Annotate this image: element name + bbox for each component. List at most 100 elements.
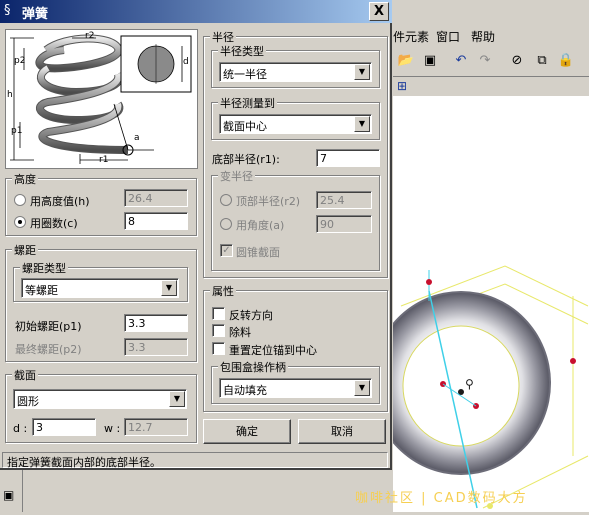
preview-label-h: h [7, 90, 13, 100]
section-shape-value: 圆形 [17, 395, 39, 408]
round-section-label: 圆锥截面 [236, 246, 280, 259]
close-button[interactable]: X [369, 2, 389, 21]
tree-icon[interactable]: ⊞ [397, 79, 407, 93]
radius-measure-group: 半径测量到 截面中心 ▼ [211, 95, 380, 140]
pitch-type-group: 螺距类型 等螺距 ▼ [13, 260, 188, 302]
start-pitch-input[interactable]: 3.3 [124, 314, 188, 332]
chevron-down-icon[interactable]: ▼ [161, 280, 177, 296]
section-shape-select[interactable]: 圆形 ▼ [13, 389, 187, 409]
open-folder-icon[interactable]: 📂 [396, 51, 416, 71]
spring-dialog: § 弹簧 X r2 d p2 h p1 r1 a 高度 用高度值(h) 26.4… [0, 0, 392, 470]
radius-type-title: 半径类型 [218, 43, 266, 59]
save-icon[interactable]: ▣ [420, 51, 440, 71]
properties-group: 属性 反转方向 除料 重置定位锚到中心 包围盒操作柄 自动填充 ▼ [203, 283, 388, 412]
tool-b-icon[interactable]: ⧉ [532, 51, 552, 71]
properties-group-title: 属性 [210, 283, 236, 299]
angle-radio[interactable] [220, 218, 232, 230]
end-pitch-label: 最终螺距(p2) [15, 343, 82, 356]
height-group: 高度 用高度值(h) 26.4 用圈数(c) 8 [5, 171, 197, 236]
undo-icon[interactable]: ↶ [451, 51, 471, 71]
status-bar: 指定弹簧截面内部的底部半径。 [2, 452, 388, 469]
height-value-radio[interactable] [14, 194, 26, 206]
chevron-down-icon[interactable]: ▼ [354, 380, 370, 396]
redo-icon[interactable]: ↷ [475, 51, 495, 71]
variable-radius-title: 变半径 [218, 168, 255, 184]
top-radius-label: 顶部半径(r2) [236, 195, 301, 208]
cut-checkbox[interactable] [212, 324, 225, 337]
lock-icon[interactable]: 🔒 [556, 51, 576, 71]
radius-measure-value: 截面中心 [223, 120, 267, 133]
radius-measure-title: 半径测量到 [218, 95, 277, 111]
radius-group: 半径 半径类型 统一半径 ▼ 半径测量到 截面中心 ▼ 底部半径(r1): 7 … [203, 29, 388, 278]
round-section-checkbox[interactable]: ✓ [220, 244, 233, 257]
bottom-radius-input[interactable]: 7 [316, 149, 380, 167]
dialog-title: 弹簧 [22, 7, 49, 22]
height-value-label: 用高度值(h) [30, 195, 90, 208]
preview-label-d: d [183, 57, 189, 67]
chevron-down-icon[interactable]: ▼ [169, 391, 185, 407]
angle-input[interactable]: 90 [316, 215, 372, 233]
turns-radio[interactable] [14, 216, 26, 228]
end-pitch-input[interactable]: 3.3 [124, 338, 188, 356]
secondary-toolbar: ⊞ [393, 76, 589, 97]
radius-measure-select[interactable]: 截面中心 ▼ [219, 114, 372, 134]
turns-label: 用圈数(c) [30, 217, 78, 230]
angle-label: 用角度(a) [236, 219, 285, 232]
menu-item-window[interactable]: 窗口 [436, 28, 460, 45]
preview-label-a: a [134, 133, 140, 143]
turns-input[interactable]: 8 [124, 212, 188, 230]
reset-anchor-label: 重置定位锚到中心 [229, 344, 317, 357]
pitch-type-value: 等螺距 [25, 284, 58, 297]
handle-group-title: 包围盒操作柄 [218, 359, 288, 375]
bottom-radius-label: 底部半径(r1): [212, 153, 280, 166]
menu-item-help[interactable]: 帮助 [471, 28, 495, 45]
camera-icon[interactable]: ▣ [3, 488, 14, 502]
top-radius-radio[interactable] [220, 194, 232, 206]
chevron-down-icon[interactable]: ▼ [354, 116, 370, 132]
pitch-group-title: 螺距 [12, 242, 38, 258]
toolbar: 📂 ▣ ↶ ↷ ⊘ ⧉ 🔒 [393, 48, 589, 76]
3d-viewport[interactable]: ⚲ [371, 96, 589, 512]
menu-item-elements[interactable]: 件元素 [393, 28, 429, 45]
section-group-title: 截面 [12, 367, 38, 383]
ok-button[interactable]: 确定 [203, 419, 291, 444]
spring-preview-diagram: r2 d p2 h p1 r1 a [5, 29, 198, 169]
pitch-type-title: 螺距类型 [20, 260, 68, 276]
watermark-text: 咖啡社区 | CAD数码大方 [355, 491, 528, 506]
preview-label-p1: p1 [11, 126, 23, 136]
preview-label-r2: r2 [85, 31, 95, 41]
pitch-group: 螺距 螺距类型 等螺距 ▼ 初始螺距(p1) 3.3 最终螺距(p2) 3.3 [5, 242, 197, 362]
d-input[interactable]: 3 [32, 418, 96, 436]
left-tool-strip: ▣ [0, 470, 23, 512]
pitch-type-select[interactable]: 等螺距 ▼ [21, 278, 179, 298]
w-input[interactable]: 12.7 [124, 418, 188, 436]
chevron-down-icon[interactable]: ▼ [354, 64, 370, 80]
handle-value: 自动填充 [223, 384, 267, 397]
height-group-title: 高度 [12, 171, 38, 187]
d-label: d : [13, 422, 28, 435]
tool-a-icon[interactable]: ⊘ [507, 51, 527, 71]
torus-spring-model: ⚲ [371, 265, 589, 509]
reverse-direction-label: 反转方向 [229, 309, 273, 322]
reverse-direction-checkbox[interactable] [212, 307, 225, 320]
top-radius-input[interactable]: 25.4 [316, 191, 372, 209]
w-label: w : [104, 422, 121, 435]
variable-radius-group: 变半径 顶部半径(r2) 25.4 用角度(a) 90 ✓ 圆锥截面 [211, 168, 380, 271]
radius-type-group: 半径类型 统一半径 ▼ [211, 43, 380, 88]
preview-label-p2: p2 [14, 56, 26, 66]
height-value-input[interactable]: 26.4 [124, 189, 188, 207]
spring-icon: § [4, 3, 11, 18]
handle-select[interactable]: 自动填充 ▼ [219, 378, 372, 398]
reset-anchor-checkbox[interactable] [212, 342, 225, 355]
cut-label: 除料 [229, 326, 251, 339]
menu-bar: 件元素 窗口 帮助 [393, 25, 589, 45]
preview-label-r1: r1 [99, 155, 109, 165]
cancel-button[interactable]: 取消 [298, 419, 386, 444]
handle-group: 包围盒操作柄 自动填充 ▼ [211, 359, 380, 404]
radius-type-value: 统一半径 [223, 68, 267, 81]
section-group: 截面 圆形 ▼ d : 3 w : 12.7 [5, 367, 197, 443]
radius-type-select[interactable]: 统一半径 ▼ [219, 62, 372, 82]
svg-text:⚲: ⚲ [465, 377, 474, 391]
start-pitch-label: 初始螺距(p1) [15, 320, 82, 333]
dialog-titlebar[interactable]: § 弹簧 X [0, 0, 392, 23]
